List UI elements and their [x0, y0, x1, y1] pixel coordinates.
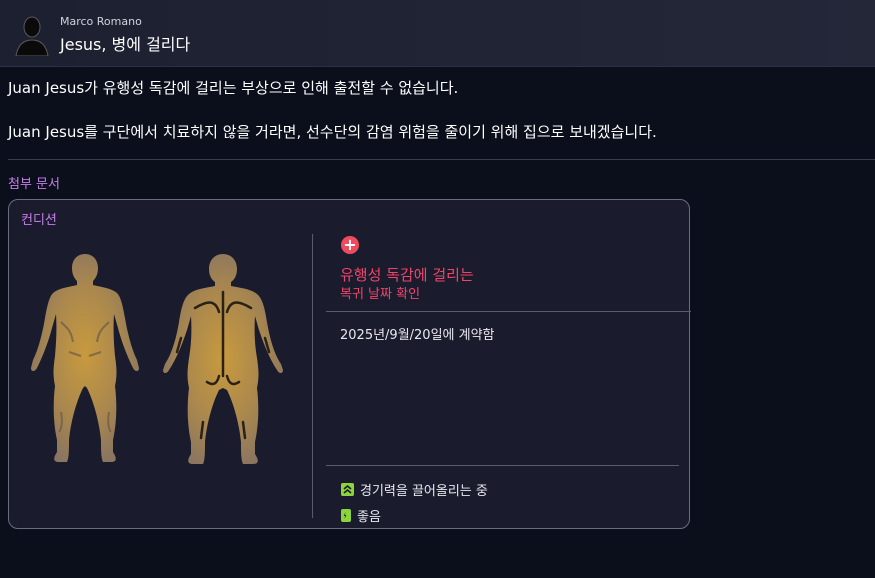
message-header: Marco Romano Jesus, 병에 걸리다 — [0, 0, 875, 67]
status-label: 경기력을 끌어올리는 중 — [360, 484, 488, 499]
message-line: Juan Jesus가 유행성 독감에 걸리는 부상으로 인해 출전할 수 없습… — [8, 79, 459, 97]
attachments-label: 첨부 문서 — [8, 177, 60, 192]
condition-card[interactable]: 컨디션 + 유행성 독감에 걸리는 복귀 날짜 확인 2025년/9월/20일에… — [8, 199, 691, 529]
body-front-figure — [31, 254, 139, 462]
message-line: Juan Jesus를 구단에서 치료하지 않을 거라면, 선수단의 감염 위험… — [8, 123, 657, 141]
card-divider — [326, 465, 679, 466]
body-back-figure — [163, 254, 283, 464]
status-item-condition: 좋음 — [341, 506, 381, 525]
return-date-link[interactable]: 복귀 날짜 확인 — [340, 283, 420, 302]
sender-name[interactable]: Marco Romano — [60, 15, 142, 28]
card-divider — [326, 311, 691, 312]
contract-text: 2025년/9월/20일에 계약함 — [340, 328, 495, 343]
status-label: 좋음 — [357, 510, 381, 525]
divider — [8, 159, 875, 160]
message-subject: Jesus, 병에 걸리다 — [60, 35, 191, 54]
status-item-fitness: 경기력을 끌어올리는 중 — [341, 480, 488, 499]
card-divider-vertical — [312, 234, 313, 518]
battery-charging-icon — [341, 509, 351, 522]
injury-name: 유행성 독감에 걸리는 — [340, 266, 474, 284]
card-title: 컨디션 — [21, 213, 57, 228]
chevron-up-double-icon — [341, 483, 354, 496]
avatar — [12, 12, 52, 56]
medical-plus-icon: + — [341, 236, 359, 254]
